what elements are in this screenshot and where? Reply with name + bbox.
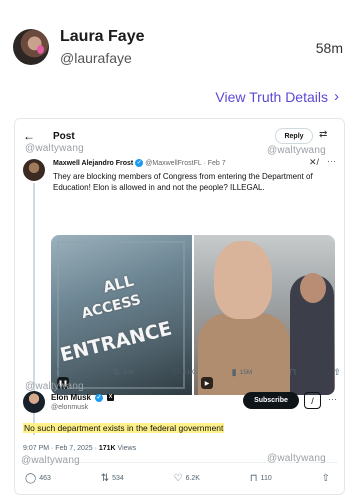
share-icon: ⇧: [333, 367, 341, 377]
more-icon: ···: [327, 156, 336, 166]
comment-icon: ◯: [51, 367, 62, 377]
share-icon: ⇧: [321, 473, 330, 484]
sliders-icon: ⇄: [319, 129, 328, 140]
verified-badge-icon: ✓: [95, 393, 104, 402]
grok-icon: ✕/: [309, 157, 320, 167]
repost-count: ⇅ 534: [100, 473, 124, 484]
author-handle: @elonmusk: [51, 404, 89, 411]
post-time: 58m: [315, 40, 343, 56]
bookmark-icon: ⊓: [289, 367, 297, 377]
like-count: ♡ 51K: [171, 367, 195, 377]
post1-actions: ◯ 15K ⇅ 14K ♡ 51K ▮ 15M ⊓ ⇧: [51, 367, 341, 378]
post-timestamp: 9:07 PM · Feb 7, 2025 · 171K Views: [23, 445, 137, 452]
play-icon: ▶: [201, 377, 213, 389]
x-affiliation-icon: X: [107, 394, 115, 401]
repost-icon: ⇅: [112, 367, 121, 377]
comment-icon: ◯: [25, 473, 37, 484]
author-name-row: Elon Musk ✓ X: [51, 393, 115, 402]
chevron-right-icon: ›: [334, 88, 339, 105]
truth-post-header: Laura Faye @laurafaye 58m View Truth Det…: [0, 0, 359, 105]
bar-chart-icon: ▮: [231, 367, 237, 377]
bookmark-icon: ⊓: [249, 473, 258, 484]
verified-badge-icon: ✓: [135, 159, 144, 167]
post-header: Maxwell Alejandro Frost ✓ @MaxwellFrostFL …: [53, 159, 226, 167]
author-handle[interactable]: @laurafaye: [60, 50, 132, 66]
x-page-title: Post: [53, 131, 75, 142]
more-icon: ···: [328, 394, 337, 404]
view-truth-details-link[interactable]: View Truth Details ›: [215, 88, 339, 105]
view-truth-details-label: View Truth Details: [215, 88, 328, 105]
back-arrow-icon: ←: [23, 129, 35, 143]
author-handle: @MaxwellFrostFL: [145, 159, 202, 167]
subscribe-button: Subscribe: [243, 392, 299, 409]
post-date: · Feb 7: [203, 159, 226, 167]
grok-icon: /: [304, 392, 321, 409]
repost-icon: ⇅: [100, 473, 110, 484]
bookmark-count: ⊓ 110: [249, 473, 272, 484]
heart-icon: ♡: [171, 367, 180, 377]
watermark: @waltywang: [25, 143, 84, 154]
author-name[interactable]: Laura Faye: [60, 28, 144, 46]
reply-count: ◯ 15K: [51, 367, 76, 377]
avatar: [23, 159, 45, 181]
reply-count: ◯ 463: [25, 473, 51, 484]
heart-icon: ♡: [173, 473, 183, 484]
avatar: [23, 391, 45, 413]
avatar[interactable]: [13, 29, 49, 65]
repost-count: ⇅ 14K: [112, 367, 135, 377]
author-name: Elon Musk: [51, 393, 92, 402]
watermark: @waltywang: [267, 145, 326, 156]
post-text: No such department exists in the federal…: [23, 423, 225, 433]
watermark: @waltywang: [21, 455, 80, 466]
like-count: ♡ 6.2K: [173, 473, 200, 484]
view-count: ▮ 15M: [231, 367, 253, 377]
watermark: @waltywang: [267, 453, 326, 464]
post2-actions: ◯ 463 ⇅ 534 ♡ 6.2K ⊓ 110 ⇧: [25, 473, 330, 484]
x-reply-button: Reply: [275, 128, 313, 144]
embedded-x-screenshot: ← Post Reply ⇄ @waltywang @waltywang Max…: [14, 118, 345, 495]
author-name: Maxwell Alejandro Frost: [53, 159, 134, 167]
post-text: They are blocking members of Congress fr…: [53, 172, 313, 192]
